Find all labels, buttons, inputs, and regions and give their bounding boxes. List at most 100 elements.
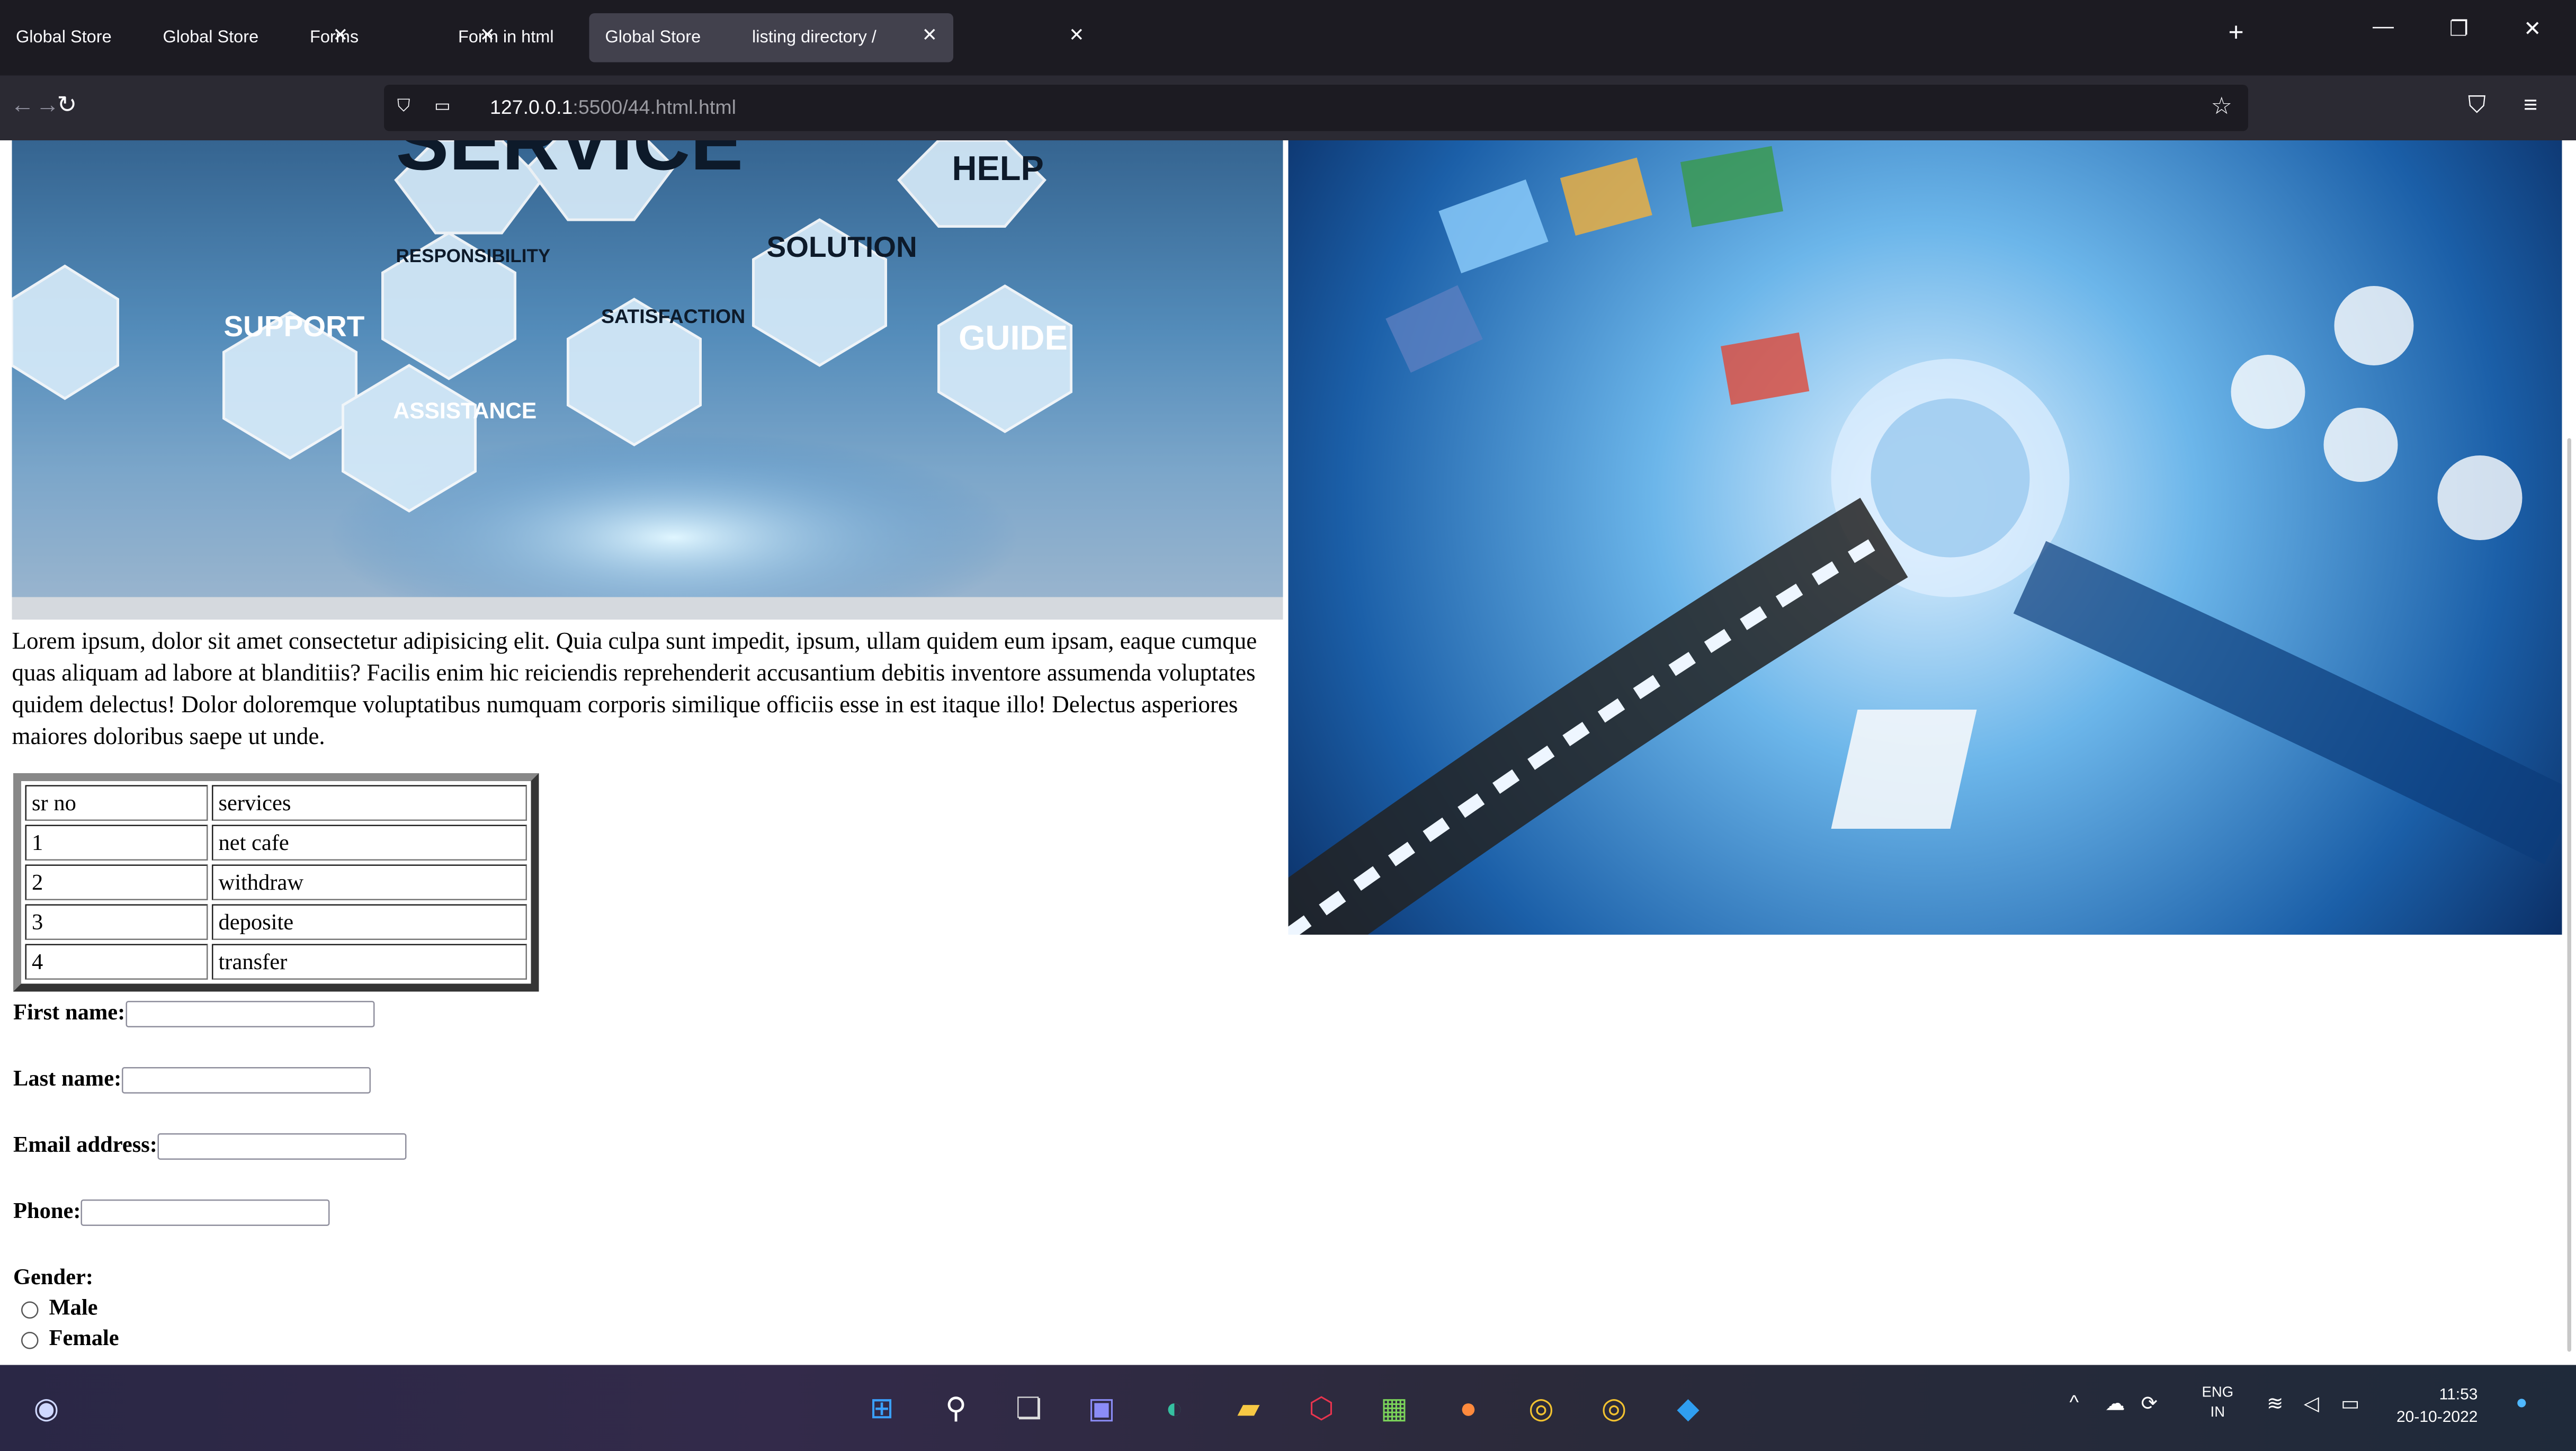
weather-icon[interactable]: ◉ bbox=[26, 1389, 66, 1429]
url-text[interactable]: 127.0.0.1:5500/44.html.html bbox=[490, 97, 736, 120]
volume-icon[interactable]: ◁ bbox=[2304, 1392, 2319, 1416]
hero-word-service: SERVICE bbox=[396, 140, 744, 186]
hero-word-guide: GUIDE bbox=[959, 318, 1068, 357]
back-icon[interactable]: ← bbox=[11, 92, 34, 120]
table-row: 4 transfer bbox=[25, 944, 527, 980]
service-hero-image: SERVICE HELP RESPONSIBILITY SOLUTION SUP… bbox=[12, 140, 1283, 620]
hero-word-help: HELP bbox=[952, 149, 1044, 187]
hexagon-graphic: SERVICE HELP RESPONSIBILITY SOLUTION SUP… bbox=[12, 140, 1283, 620]
mcafee-icon[interactable]: ⬡ bbox=[1302, 1389, 1341, 1429]
clock[interactable]: 11:53 20-10-2022 bbox=[2396, 1384, 2477, 1429]
file-explorer-icon[interactable]: ▰ bbox=[1229, 1389, 1268, 1429]
gender-option-male[interactable]: Male bbox=[21, 1295, 98, 1321]
table-cell: services bbox=[212, 785, 527, 821]
tab-listing-directory[interactable]: listing directory / ✕ bbox=[736, 13, 1101, 62]
last-name-row: Last name: bbox=[13, 1066, 370, 1094]
technology-hero-image bbox=[1289, 140, 2562, 935]
first-name-field[interactable] bbox=[125, 1001, 374, 1027]
tab-title: listing directory / bbox=[752, 26, 876, 47]
table-cell: sr no bbox=[25, 785, 208, 821]
tab-title: Forms bbox=[310, 26, 359, 47]
windows-taskbar: ◉ ⊞ ⚲ ❏ ▣ ◐ ▰ ⬡ ▦ ● ◎ ◎ ◆ ^ ☁ ⟳ ENG IN ≋… bbox=[0, 1365, 2576, 1451]
task-view-icon[interactable]: ❏ bbox=[1009, 1389, 1049, 1429]
edge-icon[interactable]: ◐ bbox=[1155, 1389, 1194, 1429]
email-row: Email address: bbox=[13, 1132, 406, 1160]
tech-graphic bbox=[1289, 140, 2562, 935]
notification-icon[interactable]: ● bbox=[2516, 1392, 2528, 1414]
lorem-paragraph: Lorem ipsum, dolor sit amet consectetur … bbox=[12, 625, 1270, 752]
last-name-field[interactable] bbox=[121, 1067, 370, 1094]
table-row: 2 withdraw bbox=[25, 865, 527, 901]
minimize-icon[interactable]: — bbox=[2373, 16, 2394, 40]
hero-word-satisfaction: SATISFACTION bbox=[601, 305, 745, 327]
language-indicator[interactable]: ENG IN bbox=[2202, 1384, 2234, 1423]
table-cell: deposite bbox=[212, 904, 527, 941]
sync-icon[interactable]: ⟳ bbox=[2141, 1392, 2158, 1416]
search-icon[interactable]: ⚲ bbox=[936, 1389, 976, 1429]
hero-word-assistance: ASSISTANCE bbox=[393, 399, 537, 424]
first-name-label: First name: bbox=[13, 1000, 125, 1025]
table-cell: withdraw bbox=[212, 865, 527, 901]
chevron-up-icon[interactable]: ^ bbox=[2070, 1392, 2079, 1414]
web-page: SERVICE HELP RESPONSIBILITY SOLUTION SUP… bbox=[0, 140, 2576, 1365]
bookmark-star-icon[interactable]: ☆ bbox=[2211, 93, 2232, 121]
browser-tab-bar: Global Store ✕ Global Store ✕ Forms ✕ Fo… bbox=[0, 0, 2576, 76]
chrome-icon[interactable]: ◎ bbox=[1522, 1389, 1561, 1429]
battery-icon[interactable]: ▭ bbox=[2341, 1392, 2359, 1416]
chat-icon[interactable]: ▣ bbox=[1082, 1389, 1122, 1429]
table-cell: 2 bbox=[25, 865, 208, 901]
table-cell: 3 bbox=[25, 904, 208, 941]
table-header-row: sr no services bbox=[25, 785, 527, 821]
gender-label: Gender: bbox=[13, 1265, 93, 1291]
wifi-icon[interactable]: ≋ bbox=[2267, 1392, 2283, 1416]
radio-button[interactable] bbox=[21, 1301, 39, 1318]
tab-title: Form in html bbox=[458, 26, 554, 47]
browser-nav-bar: ← → ↻ ⛉ ▭ 127.0.0.1:5500/44.html.html ☆ … bbox=[0, 76, 2576, 141]
table-row: 3 deposite bbox=[25, 904, 527, 941]
email-field[interactable] bbox=[157, 1133, 406, 1160]
close-icon[interactable]: ✕ bbox=[1069, 24, 1084, 47]
hero-word-solution: SOLUTION bbox=[767, 230, 917, 263]
url-host: 127.0.0.1 bbox=[490, 97, 573, 120]
reload-icon[interactable]: ↻ bbox=[57, 92, 77, 120]
page-scrollbar[interactable] bbox=[2568, 438, 2572, 1352]
start-icon[interactable]: ⊞ bbox=[862, 1389, 902, 1429]
store-icon[interactable]: ▦ bbox=[1374, 1389, 1414, 1429]
phone-row: Phone: bbox=[13, 1198, 330, 1226]
chrome-icon[interactable]: ◎ bbox=[1594, 1389, 1634, 1429]
time-text: 11:53 bbox=[2396, 1384, 2477, 1407]
forward-icon[interactable]: → bbox=[36, 92, 60, 120]
restore-icon[interactable]: ❐ bbox=[2449, 16, 2468, 42]
radio-label: Male bbox=[49, 1295, 98, 1320]
phone-field[interactable] bbox=[81, 1199, 330, 1226]
language-code: ENG bbox=[2202, 1384, 2234, 1404]
url-bar[interactable]: ⛉ ▭ 127.0.0.1:5500/44.html.html ☆ bbox=[384, 85, 2248, 131]
hero-word-responsibility: RESPONSIBILITY bbox=[396, 246, 551, 266]
services-table: sr no services 1 net cafe 2 withdraw 3 d… bbox=[13, 773, 539, 992]
gender-option-female[interactable]: Female bbox=[21, 1325, 119, 1352]
new-tab-button[interactable]: + bbox=[2229, 19, 2244, 49]
region-code: IN bbox=[2202, 1403, 2234, 1423]
cloud-icon[interactable]: ☁ bbox=[2105, 1392, 2125, 1416]
vscode-icon[interactable]: ◆ bbox=[1668, 1389, 1708, 1429]
table-row: 1 net cafe bbox=[25, 825, 527, 861]
window-close-icon[interactable]: ✕ bbox=[2524, 16, 2542, 42]
page-icon: ▭ bbox=[434, 95, 451, 117]
radio-button[interactable] bbox=[21, 1331, 39, 1349]
hero-word-support: SUPPORT bbox=[224, 310, 365, 343]
pocket-icon[interactable]: ⛉ bbox=[2468, 92, 2486, 120]
email-label: Email address: bbox=[13, 1132, 157, 1158]
date-text: 20-10-2022 bbox=[2396, 1406, 2477, 1429]
first-name-row: First name: bbox=[13, 1000, 374, 1028]
phone-label: Phone: bbox=[13, 1198, 81, 1224]
table-cell: transfer bbox=[212, 944, 527, 980]
shield-icon[interactable]: ⛉ bbox=[397, 95, 410, 117]
tab-title: Global Store bbox=[16, 26, 112, 47]
url-path: :5500/44.html.html bbox=[573, 97, 736, 120]
menu-icon[interactable]: ≡ bbox=[2524, 92, 2537, 120]
firefox-icon[interactable]: ● bbox=[1448, 1389, 1488, 1429]
table-cell: 1 bbox=[25, 825, 208, 861]
screen: Global Store ✕ Global Store ✕ Forms ✕ Fo… bbox=[0, 0, 2576, 1451]
tab-title: Global Store bbox=[605, 26, 701, 47]
radio-label: Female bbox=[49, 1325, 119, 1351]
